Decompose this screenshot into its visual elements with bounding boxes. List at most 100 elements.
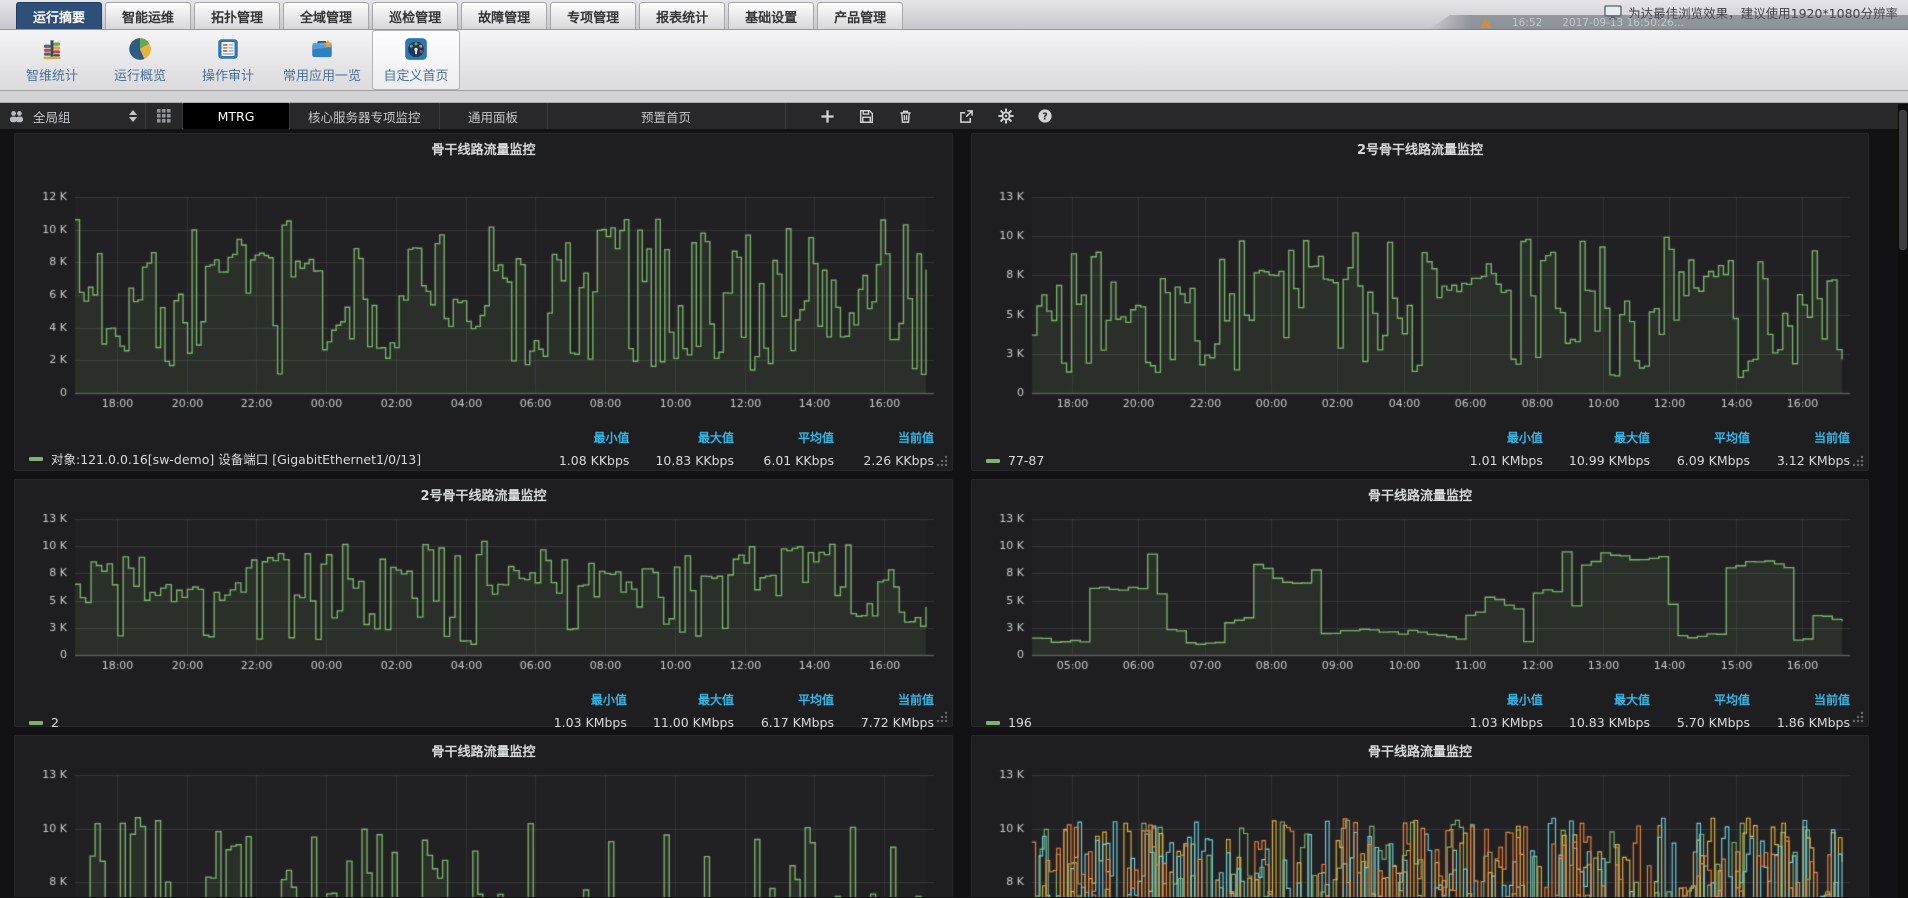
dashboard-tab-2[interactable]: 核心服务器专项监控 xyxy=(290,103,440,129)
stat-value: 1.03 KMbps xyxy=(1469,715,1543,730)
audit-doc-icon xyxy=(215,36,241,62)
stat-col-4: 当前值1.86 KMbps xyxy=(1776,691,1850,730)
chart-panel-4: 骨干线路流量监控最小值1.03 KMbps最大值10.83 KMbps平均值5.… xyxy=(971,479,1869,727)
traffic-chart-canvas[interactable] xyxy=(984,163,1856,415)
dashboard-tab-3[interactable]: 通用面板 xyxy=(440,103,548,129)
stats-row: 最小值1.03 KMbps最大值10.83 KMbps平均值5.70 KMbps… xyxy=(984,691,1856,730)
dashboard-row-3: 骨干线路流量监控 骨干线路流量监控 xyxy=(14,735,1908,897)
stat-value: 1.03 KMbps xyxy=(553,715,627,730)
briefcase-star-icon xyxy=(309,36,335,62)
trash-icon xyxy=(898,109,913,124)
stat-label: 最大值 xyxy=(1569,691,1650,708)
panel-resize-handle[interactable] xyxy=(936,455,948,467)
ribbon-item-label: 常用应用一览 xyxy=(283,65,361,84)
quick-launch-toolbar: 智维统计 运行概览 操作审计 常用应用一览 xyxy=(0,30,1908,91)
dashboard-row-2: 2号骨干线路流量监控最小值1.03 KMbps最大值11.00 KMbps平均值… xyxy=(14,479,1908,727)
legend-marker xyxy=(986,459,1000,463)
dashboard-row-1: 骨干线路流量监控最小值1.08 KKbps最大值10.83 KKbps平均值6.… xyxy=(14,133,1908,471)
stat-value: 6.01 KKbps xyxy=(760,453,834,468)
nav-tab-4[interactable]: 全域管理 xyxy=(283,2,369,29)
help-button[interactable]: ? xyxy=(1033,104,1057,128)
gauge-icon xyxy=(403,36,429,62)
stat-value: 10.83 KKbps xyxy=(655,453,734,468)
help-icon: ? xyxy=(1037,108,1053,124)
chart-panel-5: 骨干线路流量监控 xyxy=(14,735,953,897)
stat-label: 平均值 xyxy=(760,691,834,708)
traffic-chart-canvas[interactable] xyxy=(27,509,940,677)
panel-resize-handle[interactable] xyxy=(1852,711,1864,723)
panel-title: 2号骨干线路流量监控 xyxy=(984,141,1856,161)
traffic-chart-canvas[interactable] xyxy=(27,163,940,415)
ticker-text: 2017-09-13 16:50:26... xyxy=(1562,17,1684,29)
stat-label: 当前值 xyxy=(860,691,934,708)
stat-col-3: 平均值6.17 KMbps xyxy=(760,691,834,730)
stat-value: 10.99 KMbps xyxy=(1569,453,1650,468)
save-dashboard-button[interactable] xyxy=(855,104,879,128)
dashboard-tab-4[interactable]: 预置首页 xyxy=(548,103,786,129)
ribbon-item-audit[interactable]: 操作审计 xyxy=(184,30,272,90)
dashboard-tabs: MTRG核心服务器专项监控通用面板预置首页 xyxy=(182,103,786,129)
grid-icon xyxy=(157,109,171,123)
stat-value: 6.09 KMbps xyxy=(1676,453,1750,468)
group-select[interactable]: 全局组 xyxy=(0,103,146,129)
ribbon-item-custom-home[interactable]: 自定义首页 xyxy=(372,30,460,90)
panel-title: 骨干线路流量监控 xyxy=(27,141,940,161)
legend-item[interactable]: 2 xyxy=(29,715,59,730)
svg-text:?: ? xyxy=(1042,112,1048,123)
stat-col-1: 最小值1.01 KMbps xyxy=(1469,429,1543,468)
legend-marker xyxy=(29,721,43,725)
nav-tab-1[interactable]: 运行摘要 xyxy=(16,2,102,29)
stat-col-4: 当前值3.12 KMbps xyxy=(1776,429,1850,468)
nav-tab-6[interactable]: 故障管理 xyxy=(461,2,547,29)
add-panel-button[interactable] xyxy=(816,104,840,128)
legend-series-name: 77-87 xyxy=(1008,453,1044,468)
stat-value: 1.86 KMbps xyxy=(1776,715,1850,730)
vertical-scrollbar[interactable] xyxy=(1898,104,1908,898)
panel-title: 骨干线路流量监控 xyxy=(984,487,1856,507)
stat-col-3: 平均值5.70 KMbps xyxy=(1676,691,1750,730)
stats-row: 最小值1.03 KMbps最大值11.00 KMbps平均值6.17 KMbps… xyxy=(27,691,940,730)
nav-tab-5[interactable]: 巡检管理 xyxy=(372,2,458,29)
legend-item[interactable]: 196 xyxy=(986,715,1032,730)
open-external-button[interactable] xyxy=(955,104,979,128)
plus-icon xyxy=(820,109,835,124)
stat-label: 最大值 xyxy=(655,429,734,446)
panel-title: 2号骨干线路流量监控 xyxy=(27,487,940,507)
ribbon-item-overview[interactable]: 运行概览 xyxy=(96,30,184,90)
legend-series-name: 2 xyxy=(51,715,59,730)
nav-tab-9[interactable]: 基础设置 xyxy=(728,2,814,29)
legend-item[interactable]: 对象:121.0.0.16[sw-demo] 设备端口 [GigabitEthe… xyxy=(29,449,421,468)
stat-label: 平均值 xyxy=(1676,429,1750,446)
panel-resize-handle[interactable] xyxy=(936,711,948,723)
nav-tab-10[interactable]: 产品管理 xyxy=(817,2,903,29)
dashboard-tab-1[interactable]: MTRG xyxy=(182,103,290,129)
delete-dashboard-button[interactable] xyxy=(894,104,918,128)
panel-title: 骨干线路流量监控 xyxy=(984,743,1856,763)
layout-grid-button[interactable] xyxy=(146,103,182,129)
traffic-chart-canvas[interactable] xyxy=(27,765,940,897)
traffic-chart-canvas[interactable] xyxy=(984,765,1856,897)
legend-block: 最小值1.08 KKbps最大值10.83 KKbps平均值6.01 KKbps… xyxy=(27,429,940,468)
traffic-chart-canvas[interactable] xyxy=(984,509,1856,677)
nav-tab-7[interactable]: 专项管理 xyxy=(550,2,636,29)
stat-value: 2.26 KKbps xyxy=(860,453,934,468)
ribbon-item-ops-stats[interactable]: 智维统计 xyxy=(8,30,96,90)
stat-label: 最小值 xyxy=(1469,429,1543,446)
legend-marker xyxy=(986,721,1000,725)
chart-panel-3: 2号骨干线路流量监控最小值1.03 KMbps最大值11.00 KMbps平均值… xyxy=(14,479,953,727)
nav-tab-3[interactable]: 拓扑管理 xyxy=(194,2,280,29)
save-icon xyxy=(859,109,874,124)
nav-tab-2[interactable]: 智能运维 xyxy=(105,2,191,29)
nav-tab-8[interactable]: 报表统计 xyxy=(639,2,725,29)
stat-value: 11.00 KMbps xyxy=(653,715,734,730)
panel-resize-handle[interactable] xyxy=(1852,455,1864,467)
legend-item[interactable]: 77-87 xyxy=(986,453,1044,468)
scrollbar-thumb[interactable] xyxy=(1899,110,1907,250)
settings-button[interactable] xyxy=(994,104,1018,128)
main-nav-tabs: 运行摘要智能运维拓扑管理全域管理巡检管理故障管理专项管理报表统计基础设置产品管理 xyxy=(16,2,906,29)
stat-col-2: 最大值 10.83 KKbps xyxy=(655,429,734,468)
stat-col-4: 当前值2.26 KKbps xyxy=(860,429,934,468)
stat-label: 当前值 xyxy=(1776,429,1850,446)
group-icon xyxy=(8,110,25,123)
ribbon-item-common-apps[interactable]: 常用应用一览 xyxy=(272,30,372,90)
